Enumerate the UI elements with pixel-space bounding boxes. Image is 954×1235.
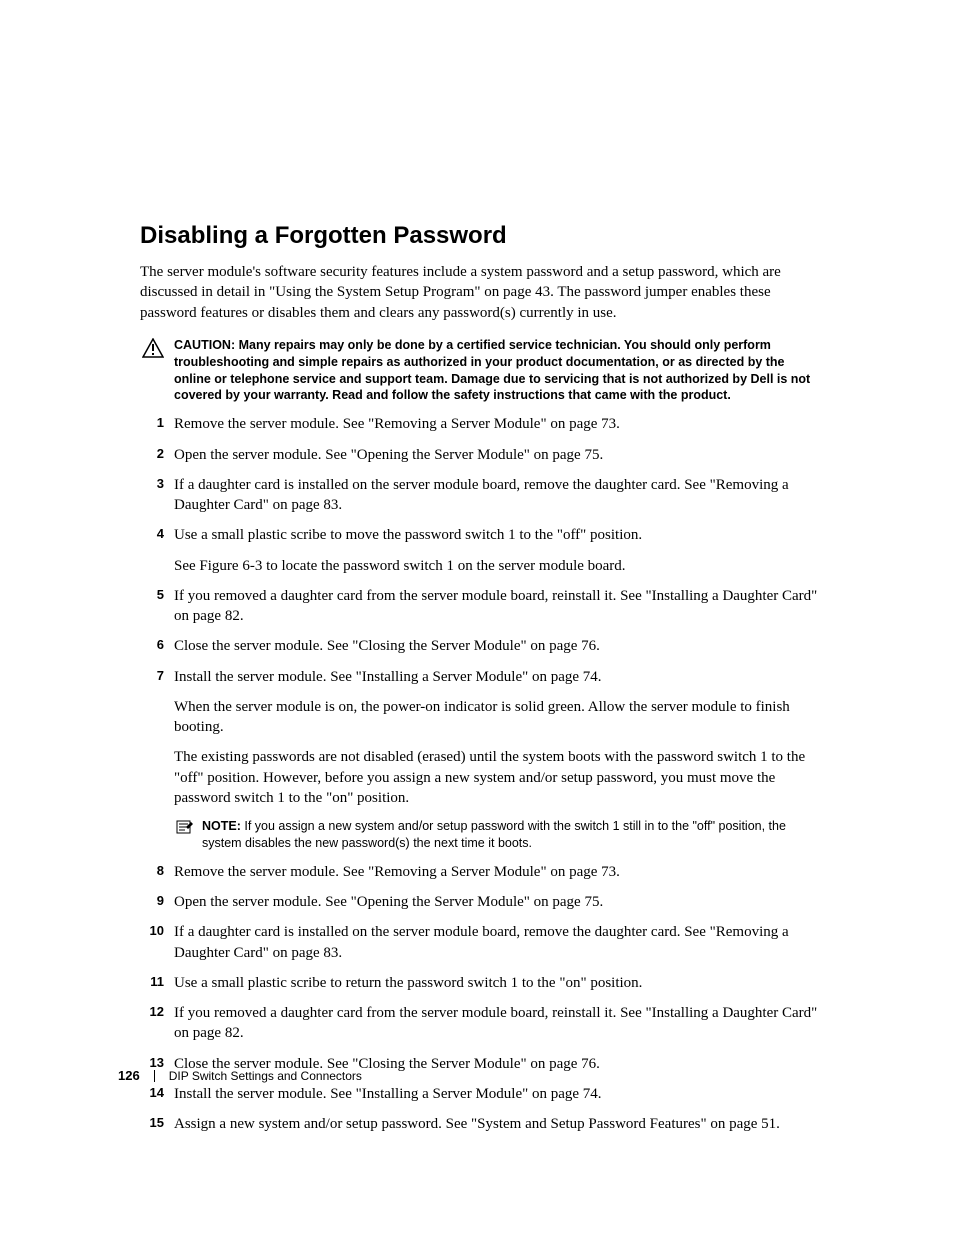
caution-icon [140,337,166,358]
step-paragraph: If a daughter card is installed on the s… [174,922,820,963]
step-body: If you removed a daughter card from the … [174,586,820,627]
footer-separator [154,1070,155,1082]
step-item: 1Remove the server module. See "Removing… [140,414,820,434]
step-number: 6 [140,636,174,652]
step-paragraph: Close the server module. See "Closing th… [174,636,820,656]
step-body: Open the server module. See "Opening the… [174,445,820,465]
caution-text: CAUTION: Many repairs may only be done b… [174,337,820,405]
step-item: 15Assign a new system and/or setup passw… [140,1114,820,1134]
footer-section-title: DIP Switch Settings and Connectors [169,1069,362,1083]
note-lead: NOTE: [202,819,244,833]
step-item: 3If a daughter card is installed on the … [140,475,820,516]
step-body: Assign a new system and/or setup passwor… [174,1114,820,1134]
step-body: If you removed a daughter card from the … [174,1003,820,1044]
step-body: If a daughter card is installed on the s… [174,922,820,963]
step-paragraph: Use a small plastic scribe to return the… [174,973,820,993]
step-number: 7 [140,667,174,683]
step-item: 8Remove the server module. See "Removing… [140,862,820,882]
step-paragraph: Use a small plastic scribe to move the p… [174,525,820,545]
step-number: 1 [140,414,174,430]
step-body: Install the server module. See "Installi… [174,667,820,852]
step-paragraph: When the server module is on, the power-… [174,697,820,738]
step-item: 6Close the server module. See "Closing t… [140,636,820,656]
step-paragraph: See Figure 6-3 to locate the password sw… [174,556,820,576]
note-body: NOTE: If you assign a new system and/or … [202,818,820,852]
intro-paragraph: The server module's software security fe… [140,262,820,323]
step-number: 9 [140,892,174,908]
step-paragraph: Open the server module. See "Opening the… [174,892,820,912]
procedure-list: 1Remove the server module. See "Removing… [140,414,820,1134]
step-number: 3 [140,475,174,491]
step-item: 11Use a small plastic scribe to return t… [140,973,820,993]
step-body: Install the server module. See "Installi… [174,1084,820,1104]
step-body: Use a small plastic scribe to move the p… [174,525,820,576]
step-body: If a daughter card is installed on the s… [174,475,820,516]
caution-lead: CAUTION: [174,338,235,352]
step-paragraph: Assign a new system and/or setup passwor… [174,1114,820,1134]
step-item: 7Install the server module. See "Install… [140,667,820,852]
step-number: 15 [140,1114,174,1130]
step-number: 12 [140,1003,174,1019]
step-paragraph: Open the server module. See "Opening the… [174,445,820,465]
step-item: 10If a daughter card is installed on the… [140,922,820,963]
step-number: 8 [140,862,174,878]
step-paragraph: If you removed a daughter card from the … [174,1003,820,1044]
step-item: 4Use a small plastic scribe to move the … [140,525,820,576]
step-item: 9Open the server module. See "Opening th… [140,892,820,912]
step-paragraph: Install the server module. See "Installi… [174,1084,820,1104]
caution-callout: CAUTION: Many repairs may only be done b… [140,337,820,405]
step-item: 2Open the server module. See "Opening th… [140,445,820,465]
step-body: Open the server module. See "Opening the… [174,892,820,912]
step-item: 12If you removed a daughter card from th… [140,1003,820,1044]
step-body: Remove the server module. See "Removing … [174,414,820,434]
step-item: 14Install the server module. See "Instal… [140,1084,820,1104]
step-number: 4 [140,525,174,541]
step-paragraph: The existing passwords are not disabled … [174,747,820,808]
step-body: Use a small plastic scribe to return the… [174,973,820,993]
step-body: Close the server module. See "Closing th… [174,636,820,656]
step-number: 5 [140,586,174,602]
page-number: 126 [118,1068,140,1083]
step-paragraph: Install the server module. See "Installi… [174,667,820,687]
step-number: 2 [140,445,174,461]
step-paragraph: Remove the server module. See "Removing … [174,862,820,882]
step-item: 5If you removed a daughter card from the… [140,586,820,627]
caution-body: Many repairs may only be done by a certi… [174,338,810,403]
note-text: If you assign a new system and/or setup … [202,819,786,850]
note-callout: NOTE: If you assign a new system and/or … [174,818,820,852]
page-content: Disabling a Forgotten Password The serve… [140,222,820,1144]
section-heading: Disabling a Forgotten Password [140,222,820,250]
step-number: 14 [140,1084,174,1100]
page-footer: 126 DIP Switch Settings and Connectors [118,1068,362,1083]
step-number: 10 [140,922,174,938]
step-paragraph: Remove the server module. See "Removing … [174,414,820,434]
step-number: 11 [140,973,174,989]
note-icon [174,818,196,835]
step-paragraph: If a daughter card is installed on the s… [174,475,820,516]
step-body: Remove the server module. See "Removing … [174,862,820,882]
step-paragraph: If you removed a daughter card from the … [174,586,820,627]
